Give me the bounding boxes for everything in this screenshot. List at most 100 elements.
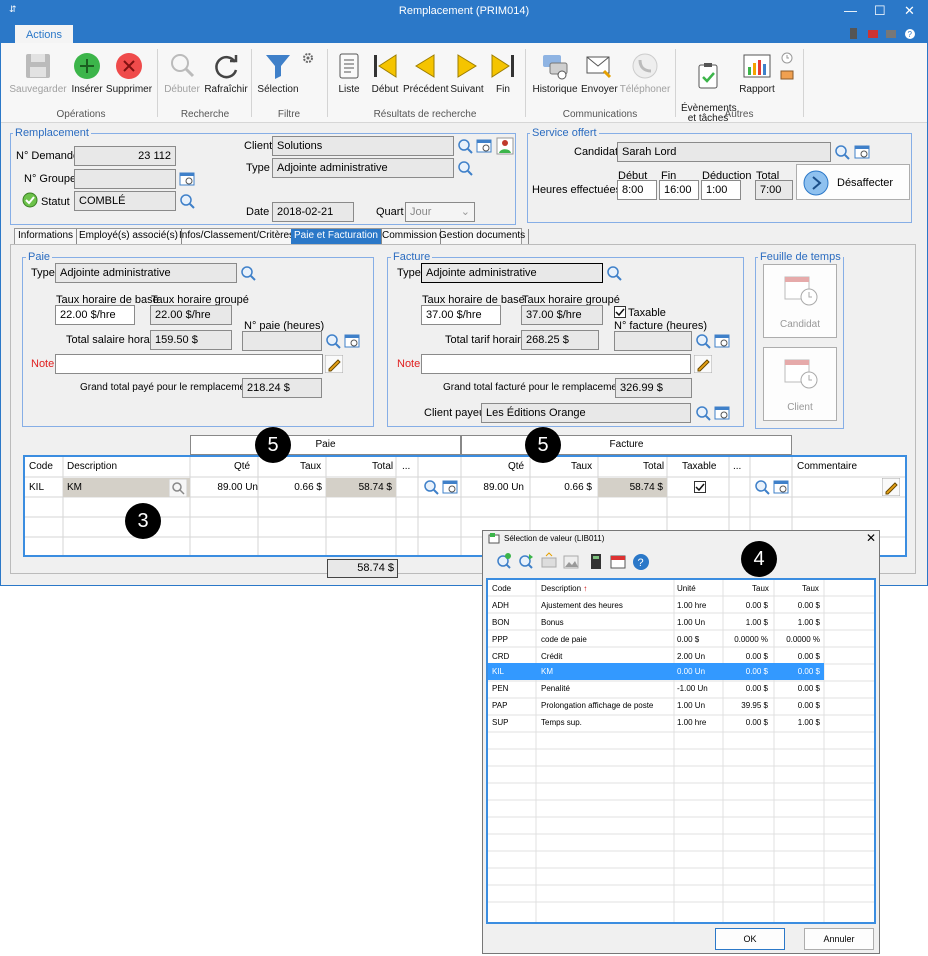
list-item[interactable]: PEN Penalité -1.00 Un 0.00 $0.00 $ [488,680,824,697]
quick-tools-icons[interactable]: ? [848,28,924,40]
row-paie-taux[interactable]: 0.66 $ [270,482,322,493]
previous-button[interactable]: Précédent [403,51,449,95]
last-button[interactable]: Fin [487,51,519,95]
list-item-selected[interactable]: KIL KM 0.00 Un 0.00 $0.00 $ [488,663,824,680]
dialog-col-taux2[interactable]: Taux [802,584,819,593]
calendar-lookup-icon[interactable] [178,170,196,188]
pencil-edit-icon[interactable] [325,355,343,373]
dialog-col-code[interactable]: Code [492,584,511,593]
tab-paie-facturation[interactable]: Paie et Facturation [291,229,382,244]
pencil-edit-icon[interactable] [882,478,900,496]
search-icon[interactable] [753,478,771,496]
list-button[interactable]: Liste [333,51,365,95]
timesheet-client-button[interactable]: Client [763,347,837,421]
row-facture-taux[interactable]: 0.66 $ [540,482,592,493]
dialog-close-icon[interactable]: ✕ [866,531,876,545]
report-button[interactable]: Rapport [739,51,775,95]
tab-infos-classement[interactable]: Infos/Classement/Critères [176,229,299,244]
calendar-lookup-icon[interactable] [713,332,731,350]
save-button[interactable]: Sauvegarder [9,51,67,95]
send-button[interactable]: Envoyer [581,51,618,95]
statut-field[interactable]: COMBLÉ [74,191,176,211]
search-icon[interactable] [456,137,474,155]
calendar-lookup-icon[interactable] [713,404,731,422]
refresh-button[interactable]: Rafraîchir [203,51,249,95]
row-desc[interactable]: KM [67,482,82,493]
demande-field[interactable]: 23 112 [74,146,176,166]
calendar-lookup-icon[interactable] [772,478,790,496]
search-icon[interactable] [178,192,196,210]
taxable-checkbox[interactable] [614,306,626,318]
facture-type-field[interactable]: Adjointe administrative [421,263,603,283]
minimize-icon[interactable]: — [844,3,857,18]
calendar-lookup-icon[interactable] [343,332,361,350]
row-facture-qte[interactable]: 89.00 Un [470,482,524,493]
search-icon[interactable] [239,264,257,282]
facture-base-field[interactable]: 37.00 $/hre [421,305,501,325]
search-icon[interactable] [833,143,851,161]
small-tools-icons[interactable] [779,51,795,85]
paie-type-field[interactable]: Adjointe administrative [55,263,237,283]
filter-selection-button[interactable]: Sélection [255,51,301,95]
gear-icon[interactable] [301,51,315,65]
search-icon[interactable] [694,332,712,350]
tab-commission[interactable]: Commission [379,229,442,244]
person-icon[interactable] [496,137,514,155]
list-item[interactable]: PAP Prolongation affichage de poste 1.00 U… [488,697,824,714]
search-icon[interactable] [422,478,440,496]
calendar-lookup-icon[interactable] [475,137,493,155]
fin-field[interactable]: 16:00 [659,180,699,200]
search-icon[interactable] [169,479,187,497]
calendar-lookup-icon[interactable] [853,143,871,161]
facture-note-field[interactable] [421,354,691,374]
list-item[interactable]: SUP Temps sup. 1.00 hre 0.00 $1.00 $ [488,714,824,731]
row-taxable-checkbox[interactable] [694,481,706,493]
debut-field[interactable]: 8:00 [617,180,657,200]
paie-npaie-field[interactable] [242,331,322,351]
search-icon[interactable] [605,264,623,282]
start-search-button[interactable]: Débuter [161,51,203,95]
search-next-icon[interactable] [519,554,533,569]
close-icon[interactable]: ✕ [904,3,915,19]
facture-nfact-field[interactable] [614,331,692,351]
insert-button[interactable]: Insérer [69,51,105,95]
tab-actions[interactable]: Actions [15,25,73,45]
delete-button[interactable]: Supprimer [105,51,153,95]
list-item[interactable]: PPP code de paie 0.00 $0.0000 % 0.0000 % [488,631,824,648]
list-item[interactable]: ADH Ajustement des heures 1.00 hre 0.00 $0.… [488,597,824,614]
phone-button[interactable]: Téléphoner [619,51,671,95]
paie-base-field[interactable]: 22.00 $/hre [55,305,135,325]
row-paie-qte[interactable]: 89.00 Un [208,482,258,493]
deduction-field[interactable]: 1:00 [701,180,741,200]
row-code[interactable]: KIL [29,482,44,493]
tab-employes[interactable]: Employé(s) associé(s) [76,229,182,244]
calendar-icon[interactable] [610,555,626,569]
groupe-field[interactable] [74,169,176,189]
cancel-button[interactable]: Annuler [804,928,874,950]
calendar-lookup-icon[interactable] [441,478,459,496]
search-icon[interactable] [456,159,474,177]
tab-informations[interactable]: Informations [15,229,78,244]
timesheet-candidat-button[interactable]: Candidat [763,264,837,338]
date-field[interactable]: 2018-02-21 [272,202,354,222]
search-icon[interactable] [694,404,712,422]
image-icon[interactable] [563,555,579,569]
quart-select[interactable]: Jour ⌄ [405,202,475,222]
calculator-icon[interactable] [591,554,601,569]
dialog-col-unit[interactable]: Unité [677,584,696,593]
next-button[interactable]: Suivant [449,51,485,95]
dialog-col-desc[interactable]: Description ↑ [541,584,587,593]
paie-note-field[interactable] [55,354,323,374]
pencil-edit-icon[interactable] [694,355,712,373]
search-add-icon[interactable] [497,553,511,569]
export-icon[interactable] [541,552,557,568]
list-item[interactable]: BON Bonus 1.00 Un 1.00 $1.00 $ [488,614,824,631]
maximize-icon[interactable]: ☐ [874,3,886,19]
first-button[interactable]: Début [369,51,401,95]
type-field[interactable]: Adjointe administrative [272,158,454,178]
candidat-field[interactable]: Sarah Lord [617,142,831,162]
history-button[interactable]: Historique [531,51,579,95]
help-icon[interactable]: ? [633,554,649,570]
tab-gestion-documents[interactable]: Gestion documents [436,229,530,244]
ok-button[interactable]: OK [715,928,785,950]
